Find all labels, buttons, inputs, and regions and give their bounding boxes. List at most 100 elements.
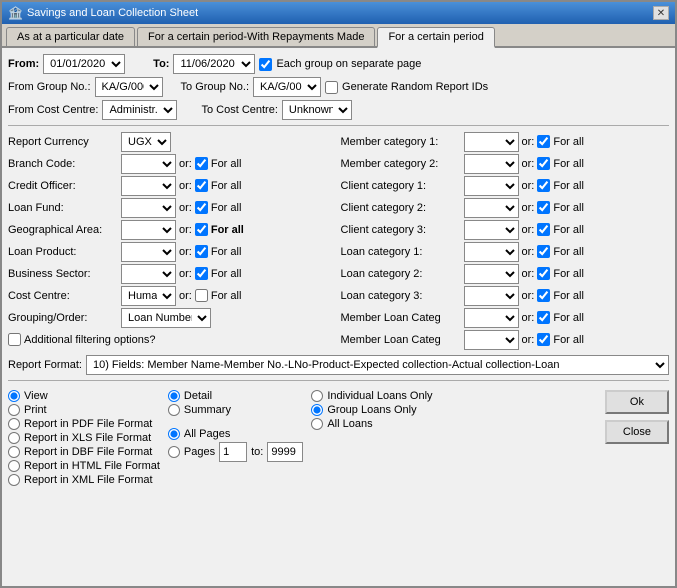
group-label: Group Loans Only [327,404,416,416]
loancat1-select[interactable] [464,242,519,262]
to-group-label: To Group No.: [181,81,249,93]
pages-from-input[interactable] [219,442,247,462]
view-radio[interactable] [8,390,20,402]
memloancat2-select[interactable] [464,330,519,350]
detail-radio[interactable] [168,390,180,402]
each-group-label: Each group on separate page [276,58,421,70]
each-group-checkbox[interactable] [259,58,272,71]
geo-select[interactable] [121,220,176,240]
format-row: Report Format: 10) Fields: Member Name-M… [8,355,669,375]
clicat3-label: Client category 3: [341,224,461,236]
xml-label: Report in XML File Format [24,474,153,486]
credit-select[interactable] [121,176,176,196]
bizsect-row: Business Sector: or: For all [8,263,337,284]
pages-radio[interactable] [168,446,180,458]
memloancat1-row: Member Loan Categ or: For all [341,307,670,328]
memcat1-select[interactable] [464,132,519,152]
loancat2-check[interactable] [537,267,550,280]
to-cost-label: To Cost Centre: [201,104,277,116]
generate-random-checkbox[interactable] [325,81,338,94]
costcent-forall-check[interactable] [195,289,208,302]
clicat2-check[interactable] [537,201,550,214]
window-icon: 🏦 [8,6,23,20]
tab-certain-period[interactable]: For a certain period [377,27,494,48]
close-button[interactable]: Close [605,420,669,444]
tab-with-repayments[interactable]: For a certain period-With Repayments Mad… [137,27,375,46]
currency-label: Report Currency [8,136,118,148]
summary-option: Summary [168,404,303,416]
clicat1-check[interactable] [537,179,550,192]
summary-label: Summary [184,404,231,416]
allpages-radio[interactable] [168,428,180,440]
xml-radio[interactable] [8,474,20,486]
loancat1-check[interactable] [537,245,550,258]
costcent-row: Cost Centre: Human or: For all [8,285,337,306]
from-cost-select[interactable]: Administr... [102,100,177,120]
memloancat1-label: Member Loan Categ [341,312,461,324]
loanfund-forall-check[interactable] [195,201,208,214]
tab-particular-date[interactable]: As at a particular date [6,27,135,46]
individual-option: Individual Loans Only [311,390,441,402]
loanprod-forall-check[interactable] [195,245,208,258]
to-cost-select[interactable]: Unknown [282,100,352,120]
from-group-label: From Group No.: [8,81,91,93]
bizsect-select[interactable] [121,264,176,284]
clicat2-select[interactable] [464,198,519,218]
pages-to-input[interactable] [267,442,303,462]
memloancat1-check[interactable] [537,311,550,324]
format-select[interactable]: 10) Fields: Member Name-Member No.-LNo-P… [86,355,669,375]
geo-forall-check[interactable] [195,223,208,236]
close-button[interactable]: ✕ [653,6,669,20]
memcat1-check[interactable] [537,135,550,148]
loanprod-label: Loan Product: [8,246,118,258]
memloancat1-select[interactable] [464,308,519,328]
group-row: From Group No.: KA/G/000 To Group No.: K… [8,77,669,97]
bizsect-forall-check[interactable] [195,267,208,280]
loancat3-select[interactable] [464,286,519,306]
clicat3-select[interactable] [464,220,519,240]
loancat2-select[interactable] [464,264,519,284]
geo-label: Geographical Area: [8,224,118,236]
from-group-select[interactable]: KA/G/000 [95,77,163,97]
loanfund-select[interactable] [121,198,176,218]
pdf-radio[interactable] [8,418,20,430]
branch-forall-check[interactable] [195,157,208,170]
loancat3-check[interactable] [537,289,550,302]
costcent-select[interactable]: Human [121,286,176,306]
clicat1-select[interactable] [464,176,519,196]
memcat2-check[interactable] [537,157,550,170]
credit-label: Credit Officer: [8,180,118,192]
loanfund-row: Loan Fund: or: For all [8,197,337,218]
loanprod-select[interactable] [121,242,176,262]
detail-option: Detail [168,390,303,402]
ok-button[interactable]: Ok [605,390,669,414]
branch-select[interactable] [121,154,176,174]
html-radio[interactable] [8,460,20,472]
all-loans-radio[interactable] [311,418,323,430]
group-radio[interactable] [311,404,323,416]
loancat1-row: Loan category 1: or: For all [341,241,670,262]
clicat1-row: Client category 1: or: For all [341,175,670,196]
print-radio[interactable] [8,404,20,416]
clicat3-check[interactable] [537,223,550,236]
clicat3-row: Client category 3: or: For all [341,219,670,240]
memloancat2-check[interactable] [537,333,550,346]
grouporder-select[interactable]: Loan Number [121,308,211,328]
currency-select[interactable]: UGX [121,132,171,152]
memcat2-row: Member category 2: or: For all [341,153,670,174]
memcat2-select[interactable] [464,154,519,174]
credit-forall-check[interactable] [195,179,208,192]
memcat1-label: Member category 1: [341,136,461,148]
individual-radio[interactable] [311,390,323,402]
xls-radio[interactable] [8,432,20,444]
additional-checkbox[interactable] [8,333,21,346]
from-date-input[interactable]: 01/01/2020 [43,54,125,74]
html-label: Report in HTML File Format [24,460,160,472]
summary-radio[interactable] [168,404,180,416]
detail-options: Detail Summary All Pages Pages to: [168,390,303,486]
to-group-select[interactable]: KA/G/000 [253,77,321,97]
tab-bar: As at a particular date For a certain pe… [2,24,675,48]
dbf-radio[interactable] [8,446,20,458]
to-date-input[interactable]: 11/06/2020 [173,54,255,74]
geo-row: Geographical Area: or: For all [8,219,337,240]
